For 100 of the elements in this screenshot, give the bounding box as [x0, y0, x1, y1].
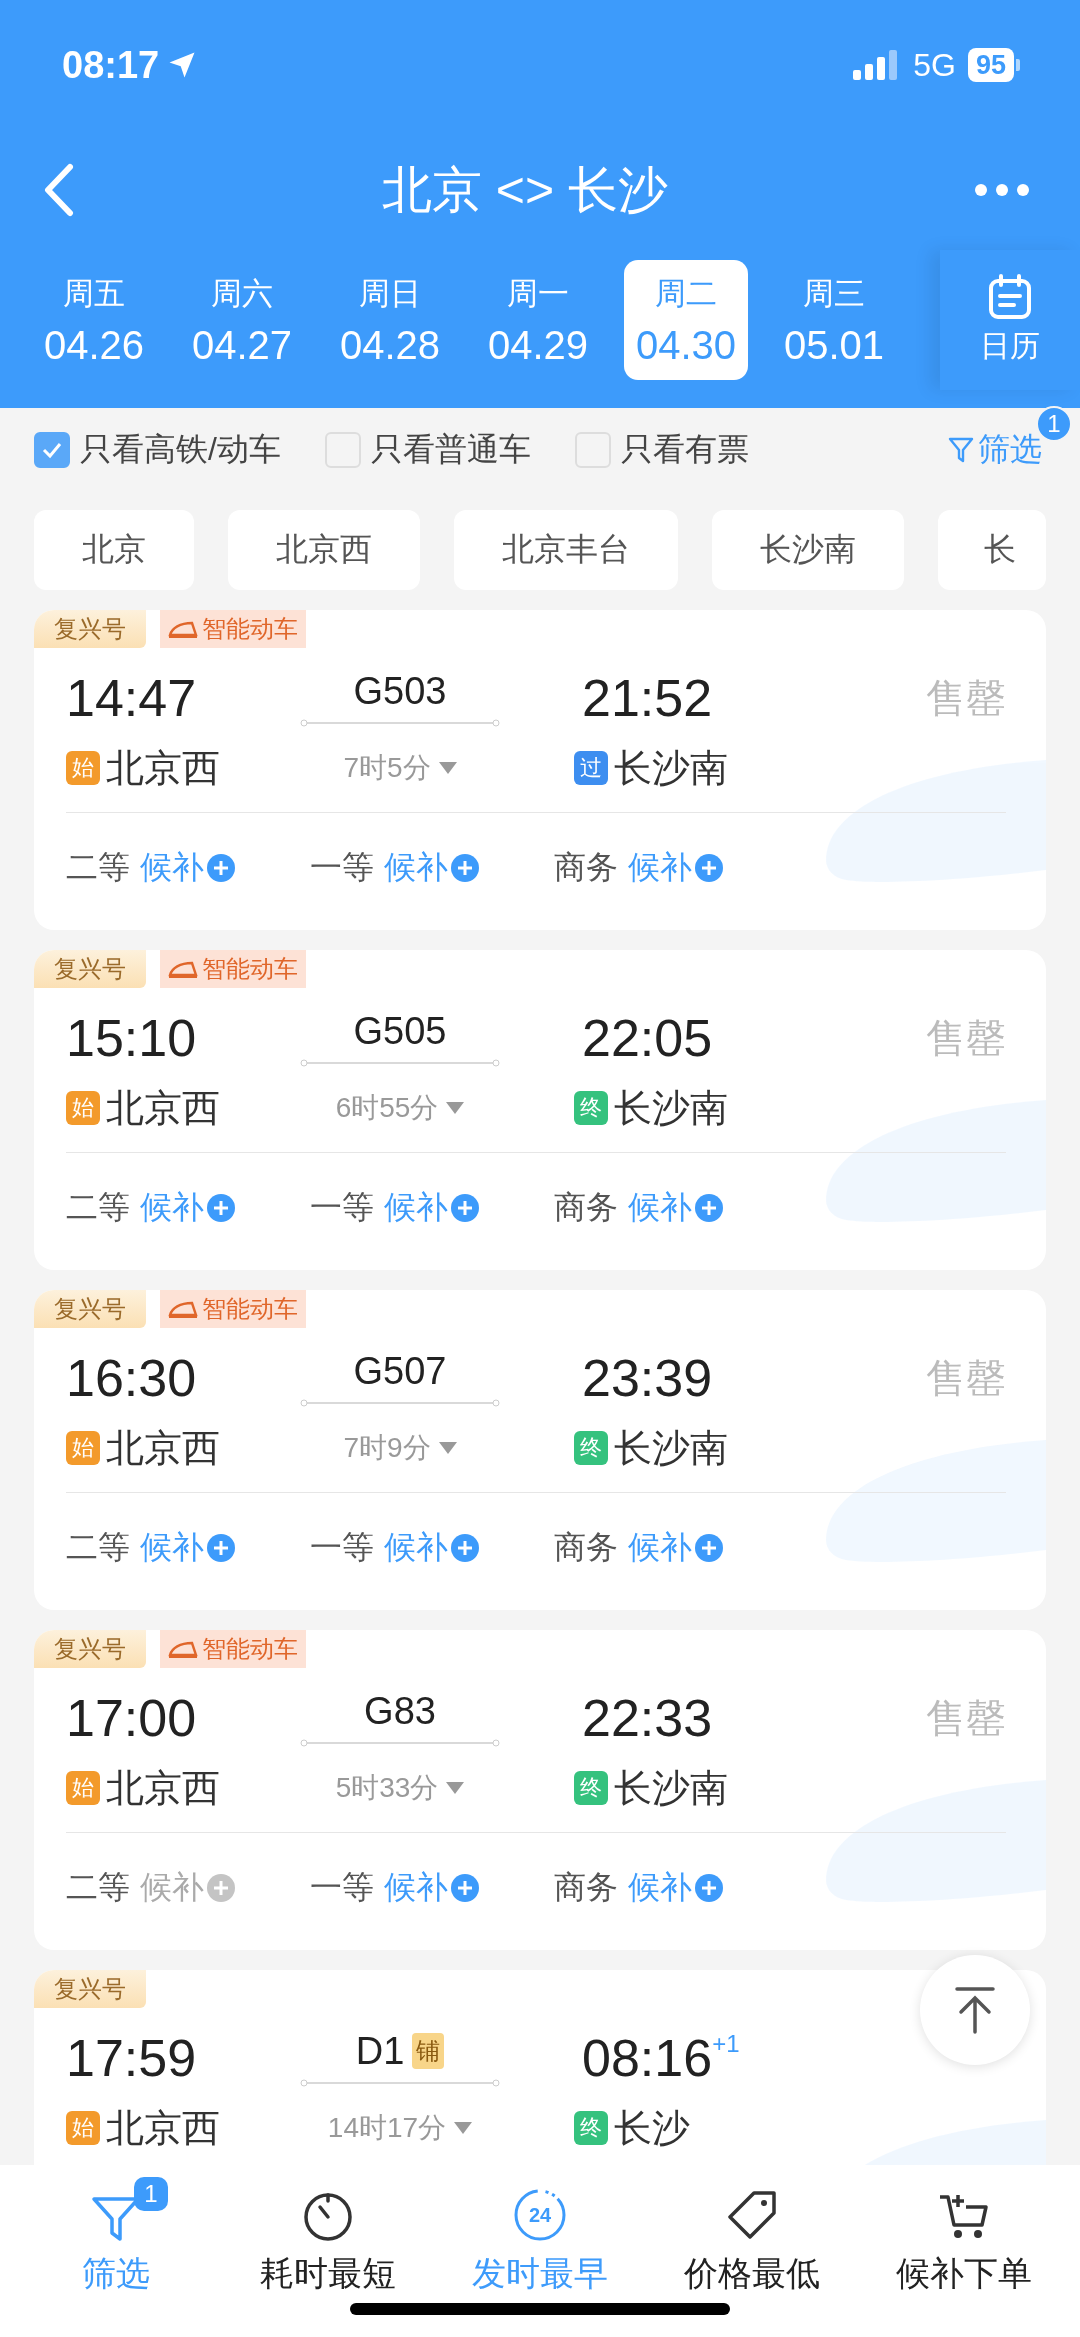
date-tab[interactable]: 周六 04.27 [180, 260, 304, 380]
date-tab[interactable]: 周日 04.28 [328, 260, 452, 380]
waitlist-button[interactable]: 候补 [384, 1866, 480, 1910]
station-name: 长沙南 [614, 1765, 728, 1811]
departure-time: 14:47 [66, 668, 198, 728]
arrival-time: 21:52 [582, 668, 713, 728]
train-icon [168, 620, 198, 638]
station-name: 北京西 [106, 2105, 220, 2151]
seat-class: 一等 [310, 1528, 374, 1567]
plus-icon [450, 1873, 480, 1903]
station-name: 长沙南 [614, 1425, 728, 1471]
station-name: 北京西 [106, 1425, 220, 1471]
plus-icon [694, 853, 724, 883]
duration-toggle[interactable]: 7时9分 [343, 1429, 457, 1467]
train-card[interactable]: 复兴号 智能动车 15:10 G505 22:05 售罄 始 北京西 6时55分 终 长沙南 二等 候补 一等 候补 商务 候补 [34, 950, 1046, 1270]
train-number: G507 [353, 1349, 447, 1393]
clock-time: 08:17 [62, 43, 160, 87]
arrival-time: 23:39 [582, 1348, 713, 1408]
station-chip[interactable]: 北京丰台 [454, 510, 678, 590]
seat-class: 一等 [310, 1868, 374, 1907]
train-number: D1 [355, 2029, 405, 2073]
waitlist-button[interactable]: 候补 [628, 1186, 724, 1230]
caret-icon [454, 2122, 473, 2134]
checkbox-label: 只看高铁/动车 [80, 430, 281, 469]
arrival-time: 22:05 [582, 1008, 713, 1068]
seat-class: 二等 [66, 848, 130, 887]
sold-out-label: 售罄 [926, 1014, 1006, 1062]
train-tag: 复兴号 [34, 1970, 146, 2008]
station-badge: 终 [574, 1771, 608, 1805]
train-tag: 复兴号 [34, 950, 146, 988]
train-card[interactable]: 复兴号 智能动车 14:47 G503 21:52 售罄 始 北京西 7时5分 过 长沙南 二等 候补 一等 候补 商务 候补 [34, 610, 1046, 930]
duration-toggle[interactable]: 6时55分 [335, 1089, 465, 1127]
waitlist-button[interactable]: 候补 [140, 1866, 236, 1910]
station-chip[interactable]: 北京西 [228, 510, 420, 590]
count-badge: 1 [134, 2177, 168, 2211]
station-chip[interactable]: 长 [938, 510, 1046, 590]
caret-icon [438, 1442, 457, 1454]
seat-class: 一等 [310, 1188, 374, 1227]
plus-icon [694, 1533, 724, 1563]
waitlist-button[interactable]: 候补 [140, 1186, 236, 1230]
seat-class: 一等 [310, 848, 374, 887]
waitlist-button[interactable]: 候补 [140, 846, 236, 890]
departure-time: 17:00 [66, 1688, 198, 1748]
sold-out-label: 售罄 [926, 1694, 1006, 1742]
berth-badge: 铺 [412, 2033, 445, 2069]
duration-toggle[interactable]: 14时17分 [327, 2109, 473, 2147]
seat-class: 商务 [554, 1528, 618, 1567]
waitlist-button[interactable]: 候补 [628, 1866, 724, 1910]
seat-class: 商务 [554, 1868, 618, 1907]
train-number: G503 [353, 669, 447, 713]
station-name: 北京西 [106, 1085, 220, 1131]
seat-class: 二等 [66, 1528, 130, 1567]
station-badge: 始 [66, 1091, 100, 1125]
calendar-button[interactable]: 日历 [940, 250, 1080, 390]
station-badge: 过 [574, 751, 608, 785]
train-tag: 智能动车 [160, 1290, 306, 1328]
seat-class: 二等 [66, 1188, 130, 1227]
train-card[interactable]: 复兴号 智能动车 17:00 G83 22:33 售罄 始 北京西 5时33分 终 长沙南 二等 候补 一等 候补 商务 候补 [34, 1630, 1046, 1950]
arrival-time: 22:33 [582, 1688, 713, 1748]
date-tab[interactable]: 周一 04.29 [476, 260, 600, 380]
waitlist-button[interactable]: 候补 [384, 1186, 480, 1230]
nav-tab[interactable]: 24 发时最早 [434, 2165, 646, 2337]
plus-icon [206, 853, 236, 883]
caret-icon [446, 1782, 465, 1794]
train-tag: 智能动车 [160, 950, 306, 988]
plus-icon [206, 1873, 236, 1903]
seat-class: 二等 [66, 1868, 130, 1907]
train-tag: 复兴号 [34, 610, 146, 648]
caret-icon [446, 1102, 465, 1114]
train-card[interactable]: 复兴号 智能动车 16:30 G507 23:39 售罄 始 北京西 7时9分 终 长沙南 二等 候补 一等 候补 商务 候补 [34, 1290, 1046, 1610]
date-tab[interactable]: 周三 05.01 [772, 260, 896, 380]
battery-icon: 95 [967, 48, 1014, 82]
station-name: 北京西 [106, 1765, 220, 1811]
waitlist-button[interactable]: 候补 [384, 1526, 480, 1570]
train-icon [168, 1640, 198, 1658]
station-chip[interactable]: 长沙南 [712, 510, 904, 590]
checkbox[interactable] [34, 432, 70, 468]
waitlist-button[interactable]: 候补 [384, 846, 480, 890]
train-tag: 复兴号 [34, 1630, 146, 1668]
date-tab[interactable]: 周五 04.26 [32, 260, 156, 380]
plus-icon [450, 1533, 480, 1563]
plus-icon [450, 853, 480, 883]
train-number: G83 [364, 1689, 436, 1733]
nav-tab[interactable]: 候补下单 [858, 2165, 1070, 2337]
station-name: 长沙南 [614, 1085, 728, 1131]
date-tab[interactable]: 周二 04.30 [624, 260, 748, 380]
nav-tab[interactable]: 价格最低 [646, 2165, 858, 2337]
seat-class: 商务 [554, 848, 618, 887]
day-offset: +1 [712, 2030, 740, 2058]
duration-toggle[interactable]: 7时5分 [343, 749, 457, 787]
caret-icon [438, 762, 457, 774]
nav-tab[interactable]: 耗时最短 [222, 2165, 434, 2337]
waitlist-button[interactable]: 候补 [628, 1526, 724, 1570]
nav-tab[interactable]: 筛选 1 [10, 2165, 222, 2337]
more-icon[interactable] [974, 183, 1030, 197]
station-chip[interactable]: 北京 [34, 510, 194, 590]
calendar-icon [988, 273, 1032, 320]
duration-toggle[interactable]: 5时33分 [335, 1769, 465, 1807]
waitlist-button[interactable]: 候补 [628, 846, 724, 890]
waitlist-button[interactable]: 候补 [140, 1526, 236, 1570]
